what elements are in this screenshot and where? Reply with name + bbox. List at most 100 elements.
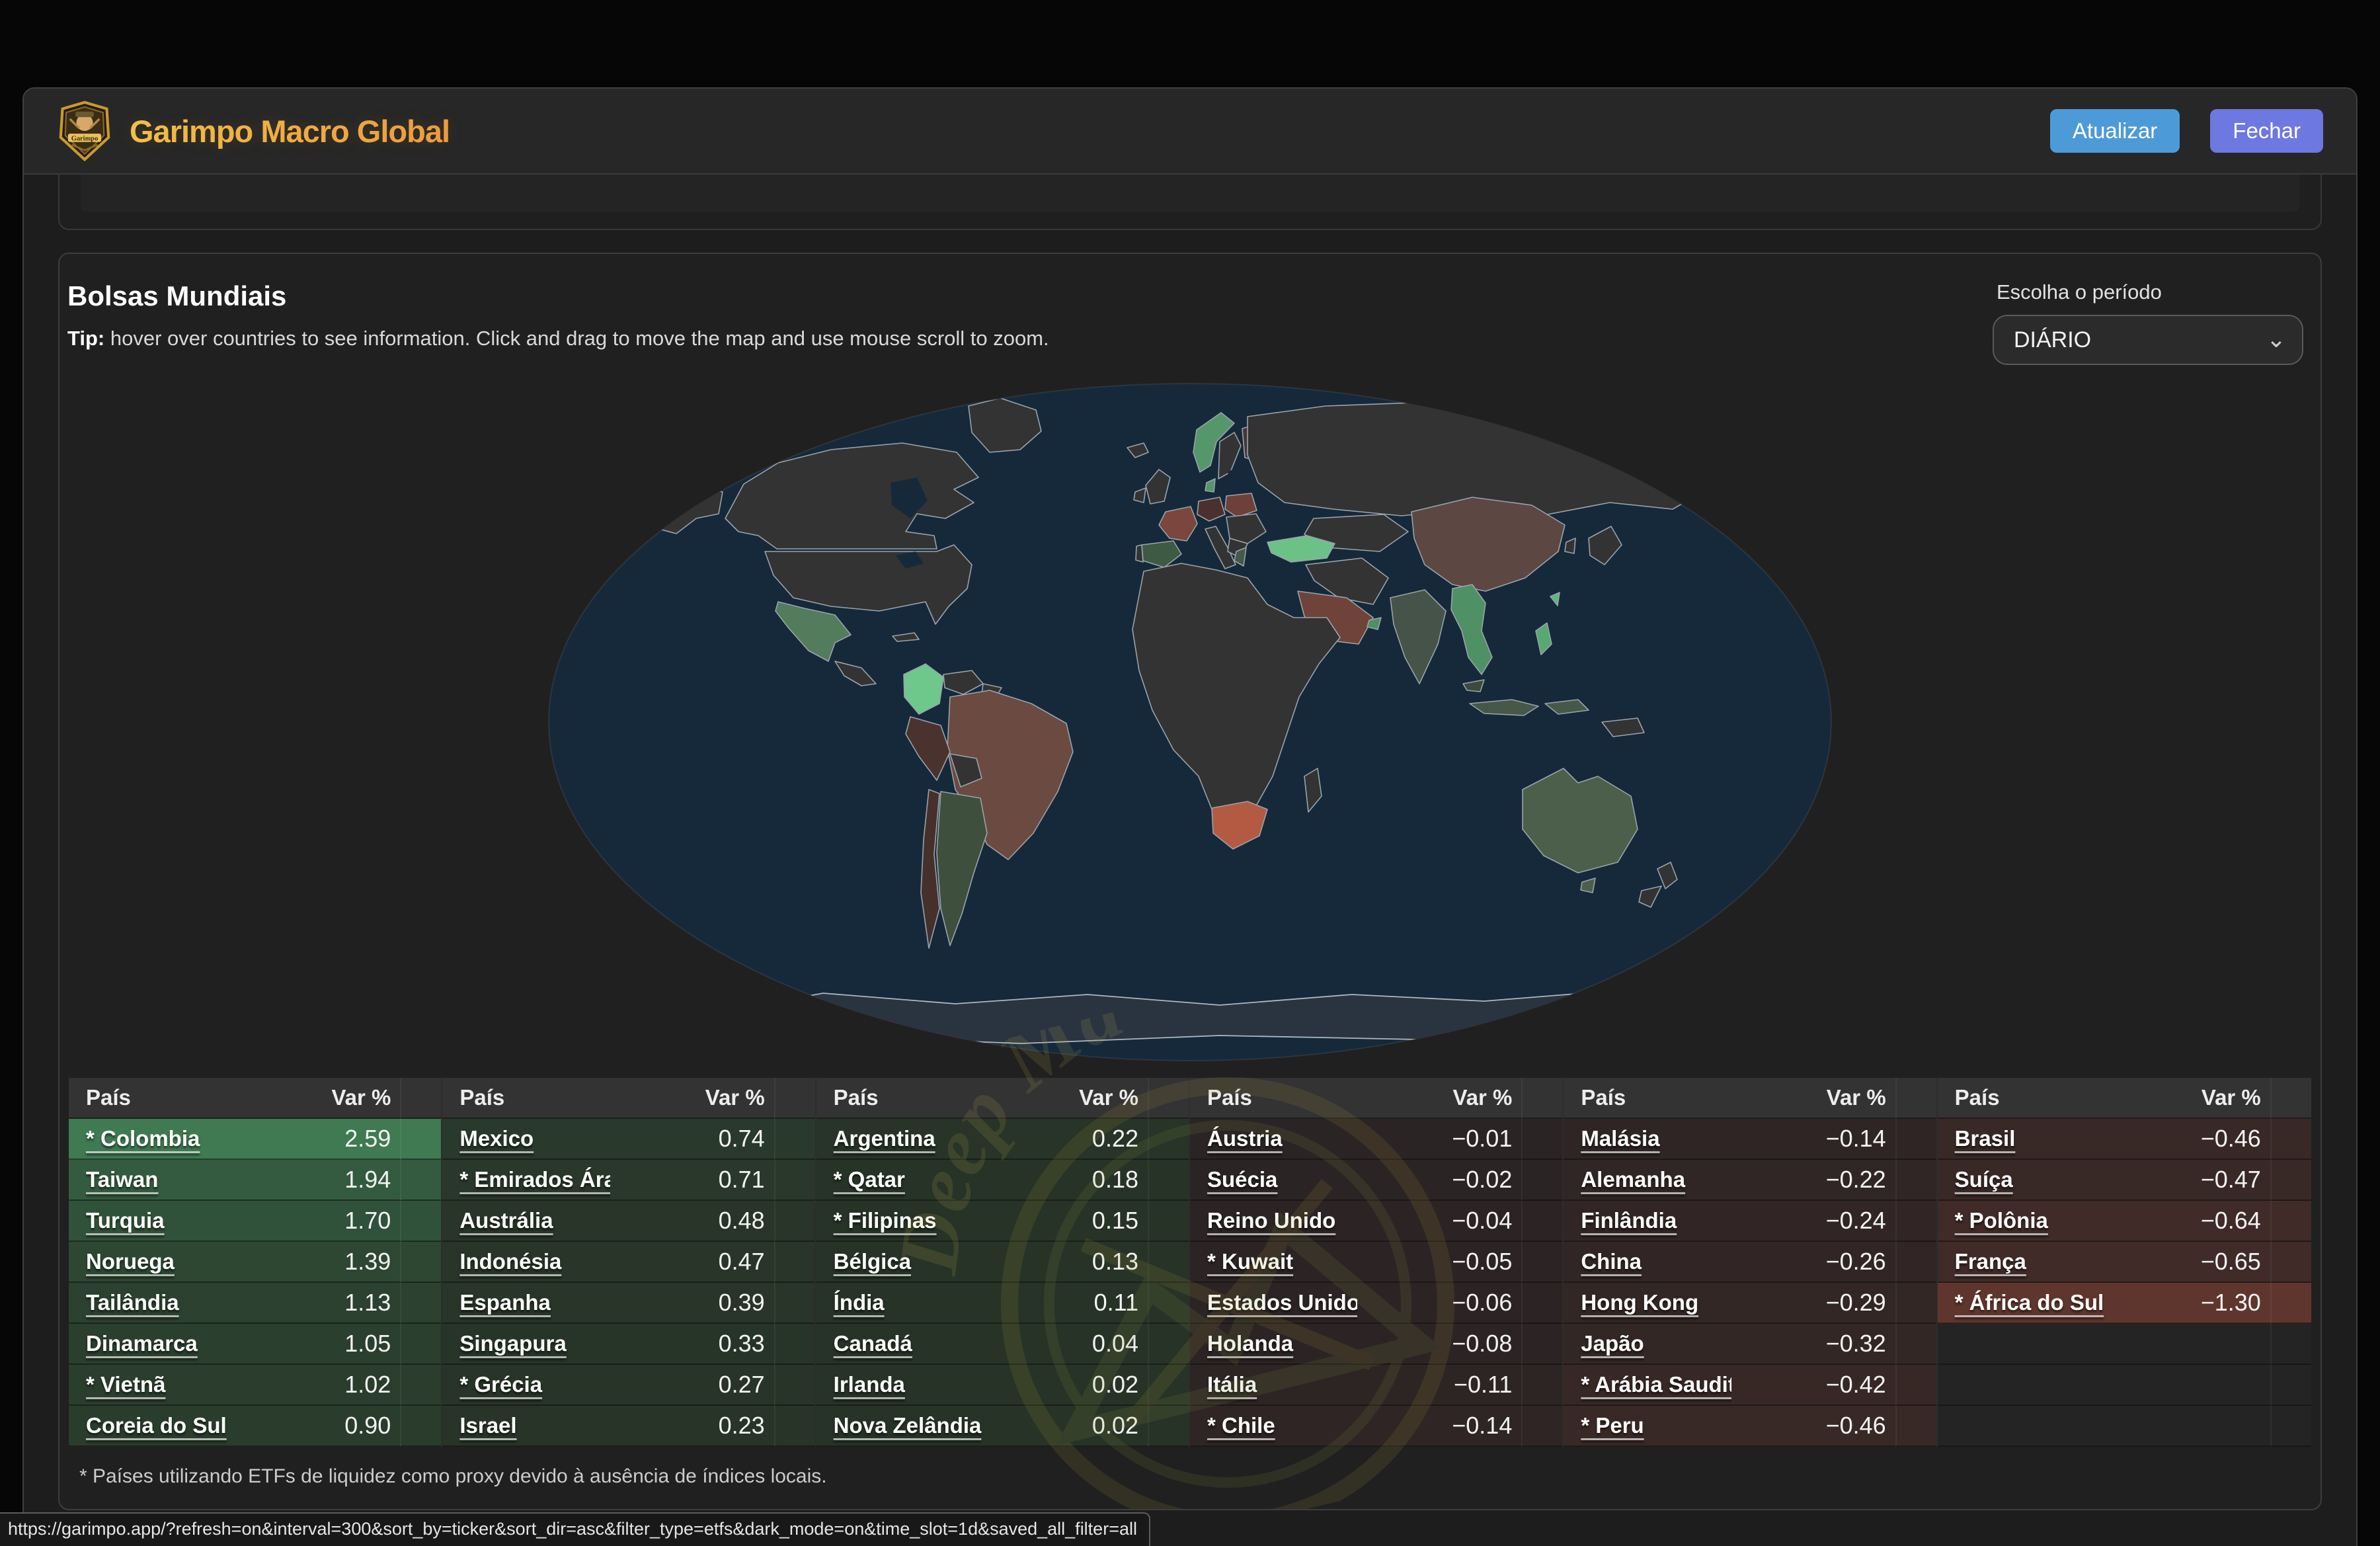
country-link[interactable]: Brasil — [1955, 1126, 2016, 1151]
row-spacer — [1521, 1365, 1562, 1406]
country-link[interactable]: Áustria — [1207, 1126, 1283, 1151]
world-map[interactable] — [60, 374, 2320, 1070]
var-value: −0.04 — [1357, 1201, 1521, 1242]
country-cell: Alemanha — [1564, 1160, 1731, 1201]
table-header-row: PaísVar % — [1190, 1078, 1562, 1119]
country-cell: Japão — [1564, 1324, 1731, 1365]
row-spacer — [774, 1201, 815, 1242]
var-value: −0.01 — [1357, 1119, 1521, 1160]
world-map-svg[interactable] — [545, 378, 1835, 1066]
var-value: −0.14 — [1357, 1406, 1521, 1447]
country-link[interactable]: Noruega — [86, 1249, 175, 1274]
country-link[interactable]: Reino Unido — [1207, 1208, 1335, 1233]
row-spacer — [1521, 1406, 1562, 1447]
country-link[interactable]: Finlândia — [1581, 1208, 1677, 1233]
country-link[interactable]: Turquia — [86, 1208, 165, 1233]
country-link[interactable]: Austrália — [459, 1208, 553, 1233]
row-spacer — [1895, 1160, 1936, 1201]
panel-title: Bolsas Mundiais — [67, 280, 1049, 312]
table-row: Singapura0.33 — [442, 1324, 814, 1365]
row-spacer — [2270, 1365, 2311, 1406]
country-link[interactable]: Suíça — [1955, 1167, 2013, 1192]
table-header-row: PaísVar % — [1938, 1078, 2311, 1119]
card-head: Bolsas Mundiais Tip: hover over countrie… — [60, 254, 2320, 365]
var-value: −0.26 — [1731, 1242, 1895, 1283]
country-cell: Brasil — [1938, 1119, 2106, 1160]
country-link[interactable]: Indonésia — [459, 1249, 561, 1274]
country-link[interactable]: China — [1581, 1249, 1642, 1274]
country-link[interactable]: Hong Kong — [1581, 1290, 1698, 1315]
table-row: * Emirados Ára...0.71 — [442, 1160, 814, 1201]
col-header-country: País — [442, 1078, 610, 1119]
country-link[interactable]: Malásia — [1581, 1126, 1659, 1151]
row-spacer — [2270, 1119, 2311, 1160]
app-title: Garimpo Macro Global — [130, 113, 450, 149]
row-spacer — [1521, 1242, 1562, 1283]
map-region-portugal[interactable] — [1136, 545, 1143, 562]
country-link[interactable]: Estados Unidos — [1207, 1290, 1358, 1315]
country-link[interactable]: Índia — [834, 1290, 885, 1315]
country-link[interactable]: Irlanda — [834, 1372, 905, 1397]
country-link[interactable]: Itália — [1207, 1372, 1257, 1397]
row-spacer — [1521, 1119, 1562, 1160]
row-spacer — [1148, 1160, 1189, 1201]
country-cell: * Chile — [1190, 1406, 1358, 1447]
content-area: Bolsas Mundiais Tip: hover over countrie… — [24, 175, 2356, 1510]
country-link[interactable]: * Filipinas — [834, 1208, 937, 1233]
country-link[interactable]: Canadá — [834, 1331, 912, 1356]
country-link[interactable]: * Peru — [1581, 1413, 1644, 1438]
country-link[interactable]: Espanha — [459, 1290, 551, 1315]
table-row: Áustria −0.01 — [1190, 1119, 1562, 1160]
country-link[interactable]: Holanda — [1207, 1331, 1293, 1356]
country-link[interactable]: Japão — [1581, 1331, 1644, 1356]
var-value: 0.39 — [610, 1283, 774, 1324]
country-link[interactable]: * Grécia — [459, 1372, 542, 1397]
row-spacer — [774, 1283, 815, 1324]
var-value — [2106, 1406, 2270, 1447]
country-link[interactable]: Suécia — [1207, 1167, 1277, 1192]
country-link[interactable]: * Polônia — [1955, 1208, 2048, 1233]
country-link[interactable]: * Kuwait — [1207, 1249, 1293, 1274]
row-spacer — [1148, 1365, 1189, 1406]
country-link[interactable]: * Qatar — [834, 1167, 905, 1192]
country-link[interactable]: França — [1955, 1249, 2026, 1274]
table-row: * Chile −0.14 — [1190, 1406, 1562, 1447]
country-link[interactable]: Coreia do Sul — [86, 1413, 227, 1438]
country-cell: Israel — [442, 1406, 610, 1447]
period-select[interactable]: DIÁRIO — [1993, 315, 2303, 365]
country-link[interactable]: Singapura — [459, 1331, 566, 1356]
col-header-country: País — [69, 1078, 236, 1119]
country-link[interactable]: Argentina — [834, 1126, 935, 1151]
previous-card-partial — [58, 175, 2322, 230]
row-spacer — [1521, 1201, 1562, 1242]
country-link[interactable]: * Arábia Saudita — [1581, 1372, 1731, 1397]
country-link[interactable]: * Emirados Ára... — [459, 1167, 610, 1192]
country-link[interactable]: Dinamarca — [86, 1331, 198, 1356]
country-cell: Irlanda — [816, 1365, 984, 1406]
var-value: −0.47 — [2106, 1160, 2270, 1201]
country-link[interactable]: Israel — [459, 1413, 516, 1438]
country-link[interactable]: Bélgica — [834, 1249, 911, 1274]
row-spacer — [1148, 1119, 1189, 1160]
close-button[interactable]: Fechar — [2210, 109, 2323, 153]
var-value: 0.18 — [984, 1160, 1148, 1201]
country-link[interactable]: Nova Zelândia — [834, 1413, 982, 1438]
country-link[interactable]: Mexico — [459, 1126, 534, 1151]
country-cell: Espanha — [442, 1283, 610, 1324]
country-link[interactable]: Alemanha — [1581, 1167, 1685, 1192]
country-link[interactable]: * Colombia — [86, 1126, 200, 1151]
table-row: * Peru−0.46 — [1564, 1406, 1936, 1447]
country-link[interactable]: Taiwan — [86, 1167, 158, 1192]
country-link[interactable]: * Chile — [1207, 1413, 1275, 1438]
refresh-button[interactable]: Atualizar — [2050, 109, 2180, 153]
row-spacer — [774, 1119, 815, 1160]
row-spacer — [1148, 1242, 1189, 1283]
var-value: 1.70 — [236, 1201, 400, 1242]
country-link[interactable]: * Vietnã — [86, 1372, 165, 1397]
country-link[interactable]: * África do Sul — [1955, 1290, 2104, 1315]
country-link[interactable]: Tailândia — [86, 1290, 179, 1315]
table-row: Brasil−0.46 — [1938, 1119, 2311, 1160]
row-spacer — [1895, 1201, 1936, 1242]
var-value: −0.29 — [1731, 1283, 1895, 1324]
var-value: 0.02 — [984, 1365, 1148, 1406]
